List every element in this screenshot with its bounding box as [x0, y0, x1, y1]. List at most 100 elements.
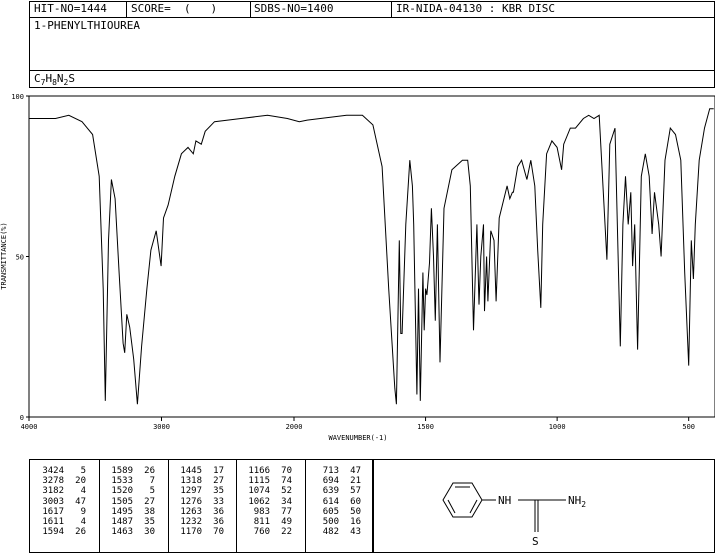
peak-row: 1520 5 [103, 486, 155, 496]
x-tick-label: 4000 [21, 423, 38, 431]
x-tick-label: 1000 [549, 423, 566, 431]
x-tick-label: 3000 [153, 423, 170, 431]
peak-row: 500 16 [309, 517, 361, 527]
peak-transmittance: 36 [213, 517, 224, 528]
peak-column-divider [99, 460, 100, 552]
peak-transmittance: 43 [350, 527, 361, 538]
peak-wavenumber: 1495 [111, 506, 133, 517]
peak-transmittance: 26 [144, 466, 155, 476]
structure-drawing: NH NH2 S [442, 482, 586, 548]
x-tick-label: 1500 [417, 423, 434, 431]
peak-wavenumber: 605 [322, 506, 339, 517]
peak-wavenumber: 1115 [248, 476, 270, 487]
peak-row: 713 47 [309, 466, 361, 476]
peak-column: 1445 17 1318 27 1297 35 1276 33 1263 36 1232 36 1170… [172, 466, 224, 537]
peak-wavenumber: 1170 [180, 527, 202, 538]
peak-transmittance: 47 [350, 466, 361, 476]
peak-wavenumber: 3003 [42, 496, 64, 507]
peak-wavenumber: 1166 [248, 466, 270, 476]
peak-row: 694 21 [309, 476, 361, 486]
peak-wavenumber: 1263 [180, 506, 202, 517]
peak-wavenumber: 500 [322, 517, 339, 528]
peak-transmittance: 52 [281, 486, 292, 497]
peak-transmittance: 49 [281, 517, 292, 528]
peak-wavenumber: 3424 [42, 466, 64, 476]
peak-row: 1589 26 [103, 466, 155, 476]
y-tick-label: 0 [20, 414, 24, 422]
peak-transmittance: 30 [144, 527, 155, 538]
peak-wavenumber: 713 [322, 466, 339, 476]
peak-transmittance: 35 [213, 486, 224, 497]
peak-wavenumber: 760 [253, 527, 270, 538]
peak-transmittance: 4 [80, 517, 86, 528]
peak-transmittance: 27 [213, 476, 224, 487]
peak-wavenumber: 3278 [42, 476, 64, 487]
peak-wavenumber: 639 [322, 486, 339, 497]
peak-row: 1166 70 [240, 466, 292, 476]
peak-transmittance: 4 [80, 486, 86, 497]
ir-spectrum-chart: 4000 3000 2000 1500 1000 500 0 50 100 WAVENUMBER… [0, 93, 715, 442]
peak-row: 1611 4 [34, 517, 86, 527]
peak-row: 3278 20 [34, 476, 86, 486]
peak-row: 1445 17 [172, 466, 224, 476]
peak-wavenumber: 1617 [42, 506, 64, 517]
peak-transmittance: 20 [75, 476, 86, 487]
peak-wavenumber: 983 [253, 506, 270, 517]
peak-row: 1487 35 [103, 517, 155, 527]
peak-row: 639 57 [309, 486, 361, 496]
peak-row: 3182 4 [34, 486, 86, 496]
peak-transmittance: 5 [149, 486, 155, 497]
peak-row: 1318 27 [172, 476, 224, 486]
peak-transmittance: 7 [149, 476, 155, 487]
peak-wavenumber: 1594 [42, 527, 64, 538]
peak-column: 3424 5 3278 20 3182 4 3003 47 1617 9 1611 4 1594 26 [34, 466, 86, 537]
plot-frame [28, 95, 715, 418]
peak-transmittance: 17 [213, 466, 224, 476]
peak-transmittance: 70 [213, 527, 224, 538]
x-tick-label: 2000 [286, 423, 303, 431]
peak-transmittance: 27 [144, 496, 155, 507]
peak-wavenumber: 1505 [111, 496, 133, 507]
peak-column-divider [236, 460, 237, 552]
spectrum-line [29, 108, 714, 405]
nh2-label: NH2 [568, 494, 586, 509]
benzene-ring [442, 482, 483, 518]
x-tick-label: 500 [682, 423, 695, 431]
peak-transmittance: 77 [281, 506, 292, 517]
peak-row: 482 43 [309, 527, 361, 537]
peak-wavenumber: 1445 [180, 466, 202, 476]
peak-transmittance: 5 [80, 466, 86, 476]
peak-wavenumber: 1611 [42, 517, 64, 528]
peak-transmittance: 22 [281, 527, 292, 538]
peak-transmittance: 16 [350, 517, 361, 528]
peak-row: 1463 30 [103, 527, 155, 537]
peak-wavenumber: 1276 [180, 496, 202, 507]
peak-wavenumber: 614 [322, 496, 339, 507]
peak-wavenumber: 1318 [180, 476, 202, 487]
peak-transmittance: 50 [350, 506, 361, 517]
peak-wavenumber: 1232 [180, 517, 202, 528]
peak-wavenumber: 1297 [180, 486, 202, 497]
nh-label: NH [498, 494, 511, 507]
peak-row: 1170 70 [172, 527, 224, 537]
peak-row: 1495 38 [103, 507, 155, 517]
peak-wavenumber: 1589 [111, 466, 133, 476]
sulfur-label: S [532, 535, 539, 548]
peak-row: 1232 36 [172, 517, 224, 527]
peak-row: 1115 74 [240, 476, 292, 486]
axis-ticks: 4000 3000 2000 1500 1000 500 0 50 100 [11, 93, 695, 431]
peak-column: 1589 26 1533 7 1520 5 1505 27 1495 38 1487 35 1463 30 [103, 466, 155, 537]
peak-transmittance: 57 [350, 486, 361, 497]
peak-transmittance: 60 [350, 496, 361, 507]
peak-row: 3003 47 [34, 497, 86, 507]
peak-row: 605 50 [309, 507, 361, 517]
peak-row: 983 77 [240, 507, 292, 517]
peak-wavenumber: 694 [322, 476, 339, 487]
peak-wavenumber: 1074 [248, 486, 270, 497]
peak-row: 760 22 [240, 527, 292, 537]
peak-row: 1276 33 [172, 497, 224, 507]
peak-column-divider [168, 460, 169, 552]
peak-row: 1297 35 [172, 486, 224, 496]
peak-transmittance: 70 [281, 466, 292, 476]
peak-row: 1074 52 [240, 486, 292, 496]
